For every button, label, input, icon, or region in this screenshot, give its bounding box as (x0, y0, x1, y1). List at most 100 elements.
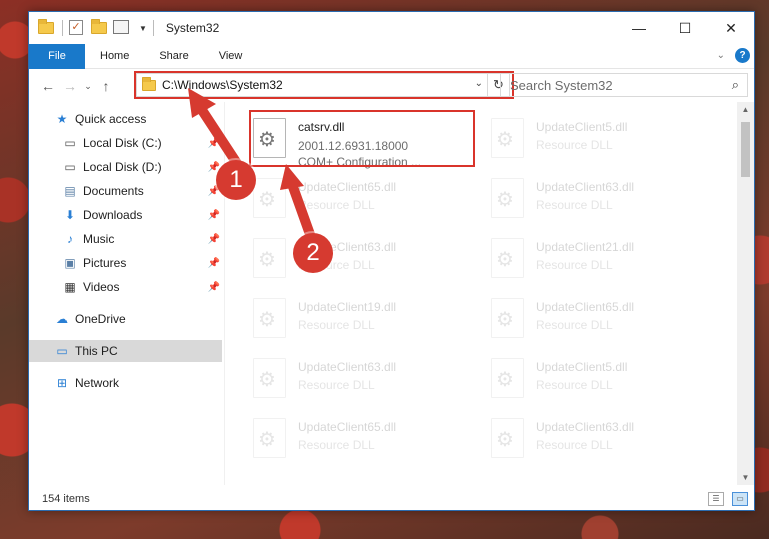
file-type: Resource DLL (536, 198, 613, 212)
pictures-icon: ▣ (64, 256, 76, 270)
music-icon: ♪ (67, 232, 73, 246)
drive-icon: ▭ (64, 160, 76, 174)
sidebar-item-documents[interactable]: ▤ Documents 📌 (29, 180, 222, 202)
tab-home[interactable]: Home (100, 50, 129, 62)
dll-file-icon (491, 238, 524, 278)
cloud-icon: ☁ (56, 312, 68, 326)
maximize-button[interactable]: ☐ (662, 12, 708, 44)
forward-button[interactable]: → (59, 78, 81, 94)
recent-locations-button[interactable]: ⌄ (81, 81, 95, 92)
sidebar-item-videos[interactable]: ▦ Videos 📌 (29, 276, 222, 298)
sidebar-item-network[interactable]: ⊞ Network (29, 372, 222, 394)
details-view-icon[interactable]: ☰ (708, 492, 724, 506)
search-icon: ⌕ (731, 77, 739, 92)
sidebar-item-local-disk-c[interactable]: ▭ Local Disk (C:) 📌 (29, 132, 222, 154)
file-type: Resource DLL (536, 378, 613, 392)
navigation-bar: ← → ⌄ ↑ C:\Windows\System32 ⌄ ↻ Search S… (29, 70, 754, 102)
file-type: Resource DLL (298, 438, 375, 452)
computer-icon: ▭ (56, 344, 68, 358)
dll-file-icon (253, 418, 286, 458)
sidebar-item-local-disk-d[interactable]: ▭ Local Disk (D:) 📌 (29, 156, 222, 178)
quick-access-toolbar: ✓ ▼ (38, 12, 160, 44)
item-count: 154 items (42, 493, 90, 505)
expand-ribbon-icon[interactable]: ⌄ (717, 50, 725, 61)
file-type: Resource DLL (298, 318, 375, 332)
file-item[interactable]: UpdateClient63.dll Resource DLL (464, 408, 694, 464)
file-name: UpdateClient65.dll (298, 180, 397, 194)
step-2-badge: 2 (293, 233, 333, 273)
file-name: UpdateClient21.dll (536, 240, 635, 254)
dll-file-icon (253, 178, 286, 218)
back-button[interactable]: ← (37, 78, 59, 94)
pin-icon[interactable]: 📌 (208, 210, 220, 221)
file-item[interactable]: UpdateClient65.dll Resource DLL (226, 168, 456, 224)
dll-file-icon (253, 358, 286, 398)
pin-icon[interactable]: 📌 (208, 258, 220, 269)
file-item[interactable]: UpdateClient5.dll Resource DLL (464, 348, 694, 404)
scroll-thumb[interactable] (741, 122, 750, 177)
file-item[interactable]: UpdateClient19.dll Resource DLL (226, 288, 456, 344)
file-type: Resource DLL (298, 198, 375, 212)
search-placeholder: Search System32 (510, 77, 613, 93)
file-name: UpdateClient5.dll (536, 120, 628, 134)
help-icon[interactable]: ? (735, 48, 750, 63)
vertical-scrollbar[interactable]: ▲ ▼ (737, 102, 754, 485)
file-item[interactable]: UpdateClient65.dll Resource DLL (464, 288, 694, 344)
sidebar-item-label: Documents (83, 184, 144, 198)
file-item[interactable]: UpdateClient63.dll Resource DLL (464, 168, 694, 224)
sidebar-item-label: This PC (75, 344, 118, 358)
up-button[interactable]: ↑ (95, 78, 117, 94)
customize-icon[interactable] (113, 20, 129, 36)
sidebar-item-pictures[interactable]: ▣ Pictures 📌 (29, 252, 222, 274)
tab-share[interactable]: Share (159, 50, 188, 62)
address-highlight-box (134, 71, 514, 99)
file-name: UpdateClient19.dll (298, 300, 397, 314)
file-type: Resource DLL (536, 438, 613, 452)
scroll-up-icon[interactable]: ▲ (737, 102, 754, 117)
file-explorer-window: ✓ ▼ System32 — ☐ ✕ File Home Share View … (28, 11, 755, 511)
sidebar-item-this-pc[interactable]: ▭ This PC (29, 340, 222, 362)
file-type: Resource DLL (536, 138, 613, 152)
close-button[interactable]: ✕ (708, 12, 754, 44)
file-item[interactable]: UpdateClient63.dll Resource DLL (226, 348, 456, 404)
file-item[interactable]: UpdateClient65.dll Resource DLL (226, 408, 456, 464)
sidebar-item-label: Quick access (75, 112, 147, 126)
folder-icon (38, 19, 54, 36)
scroll-down-icon[interactable]: ▼ (737, 470, 754, 485)
sidebar-item-onedrive[interactable]: ☁ OneDrive (29, 308, 222, 330)
tab-view[interactable]: View (219, 50, 243, 62)
sidebar-item-label: Local Disk (C:) (83, 136, 162, 150)
tab-file[interactable]: File (29, 43, 85, 69)
search-input[interactable]: Search System32 ⌕ (500, 73, 748, 97)
sidebar-item-quick-access[interactable]: ★ Quick access (29, 108, 222, 130)
quick-access-dropdown-icon[interactable]: ▼ (139, 24, 147, 33)
ribbon-tabs: File Home Share View ⌄ ? (29, 43, 754, 69)
downloads-icon: ⬇ (64, 208, 76, 222)
properties-check-icon[interactable]: ✓ (69, 20, 85, 36)
file-item[interactable]: UpdateClient21.dll Resource DLL (464, 228, 694, 284)
new-folder-icon[interactable] (91, 19, 107, 36)
sidebar-item-downloads[interactable]: ⬇ Downloads 📌 (29, 204, 222, 226)
large-icons-view-icon[interactable]: ▭ (732, 492, 748, 506)
dll-file-icon (491, 358, 524, 398)
drive-icon: ▭ (64, 136, 76, 150)
file-item[interactable]: UpdateClient63.dll Resource DLL (226, 228, 456, 284)
file-item[interactable]: UpdateClient5.dll Resource DLL (464, 108, 694, 164)
minimize-button[interactable]: — (616, 12, 662, 44)
sidebar-item-music[interactable]: ♪ Music 📌 (29, 228, 222, 250)
dll-file-icon (253, 298, 286, 338)
sidebar-item-label: Videos (83, 280, 120, 294)
pin-icon[interactable]: 📌 (208, 282, 220, 293)
dll-file-icon (253, 238, 286, 278)
dll-file-icon (491, 298, 524, 338)
documents-icon: ▤ (64, 184, 76, 198)
star-icon: ★ (56, 112, 68, 126)
dll-file-icon (491, 118, 524, 158)
sidebar-item-label: Local Disk (D:) (83, 160, 162, 174)
pin-icon[interactable]: 📌 (208, 234, 220, 245)
network-icon: ⊞ (56, 376, 68, 390)
sidebar-item-label: Network (75, 376, 120, 390)
pin-icon[interactable]: 📌 (208, 138, 220, 149)
title-bar: ✓ ▼ System32 — ☐ ✕ (29, 12, 754, 44)
status-bar: 154 items ☰ ▭ (29, 488, 754, 510)
